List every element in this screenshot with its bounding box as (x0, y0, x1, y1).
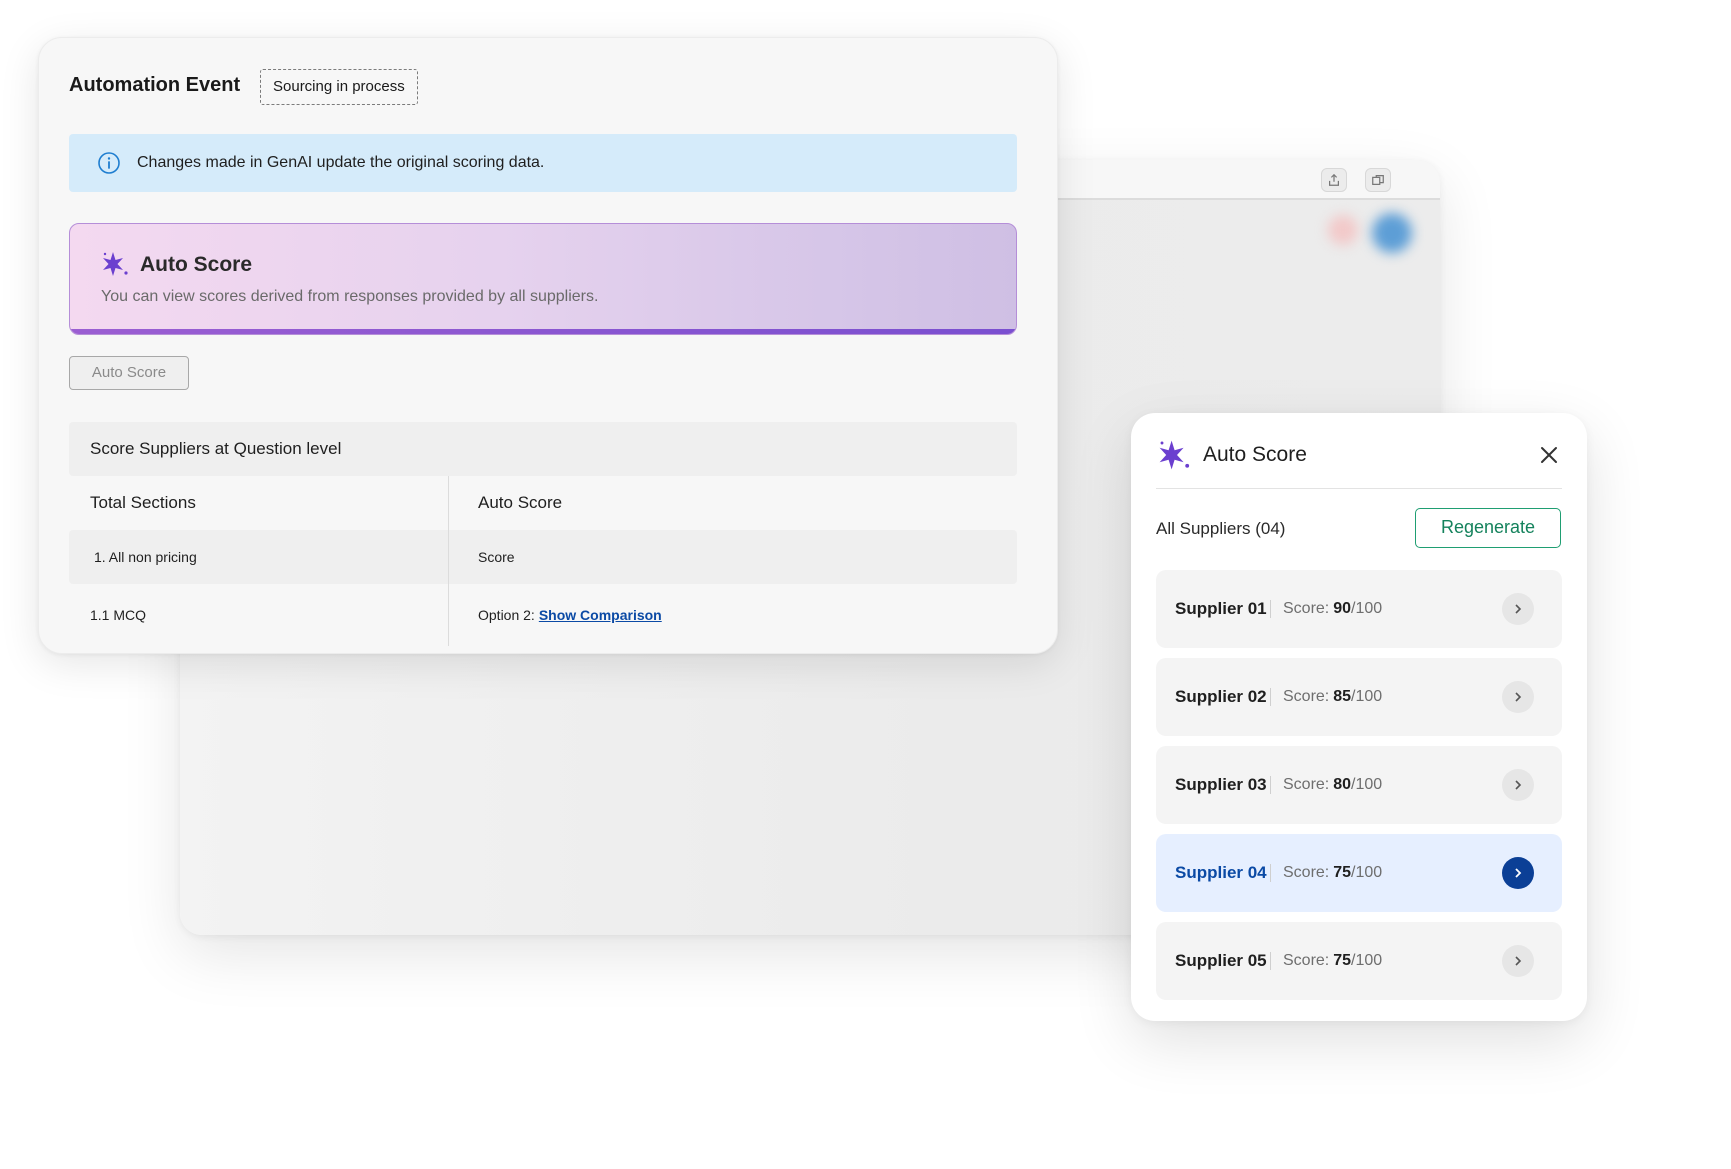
sparkle-icon (103, 252, 128, 276)
supplier-name: Supplier 03 (1175, 775, 1267, 794)
column-header: Total Sections (69, 476, 449, 530)
automation-event-card: Automation Event Sourcing in process Cha… (38, 37, 1058, 654)
supplier-name: Supplier 01 (1175, 599, 1267, 618)
chevron-right-icon[interactable] (1502, 769, 1534, 801)
divider (1270, 864, 1271, 882)
divider (1270, 600, 1271, 618)
info-icon (98, 152, 120, 174)
score-value: 85 (1333, 688, 1352, 705)
table-cell: 1.1 MCQ (69, 584, 449, 646)
score-value: 75 (1333, 952, 1352, 969)
score-max: /100 (1351, 688, 1383, 705)
table-header-row: Total Sections Auto Score (69, 476, 1017, 530)
score-value: 80 (1333, 776, 1352, 793)
score-value: 75 (1333, 864, 1352, 881)
divider (1270, 952, 1271, 970)
table-row: 1.1 MCQ Option 2: Show Comparison (69, 584, 1017, 646)
supplier-name: Supplier 02 (1175, 687, 1267, 706)
score-max: /100 (1351, 952, 1383, 969)
score-table: Score Suppliers at Question level Total … (69, 422, 1017, 646)
panel-title: Auto Score (1203, 443, 1307, 466)
chevron-right-icon[interactable] (1502, 945, 1534, 977)
score-max: /100 (1351, 600, 1383, 617)
info-banner: Changes made in GenAI update the origina… (69, 134, 1017, 192)
auto-score-panel: Auto Score All Suppliers (04) Regenerate… (1131, 413, 1587, 1021)
supplier-name: Supplier 04 (1175, 863, 1267, 882)
divider (1270, 688, 1271, 706)
score-label: Score: (1283, 864, 1330, 881)
score-label: Score: (1283, 600, 1330, 617)
show-comparison-link[interactable]: Show Comparison (539, 607, 662, 623)
supplier-row[interactable]: Supplier 03 Score: 80 /100 (1156, 746, 1562, 824)
table-cell: Option 2: Show Comparison (449, 584, 1017, 646)
blurred-avatar-icon (1328, 215, 1358, 245)
score-label: Score: (1283, 688, 1330, 705)
sparkle-icon (1159, 440, 1190, 470)
status-badge: Sourcing in process (260, 69, 418, 105)
chevron-right-icon[interactable] (1502, 681, 1534, 713)
info-banner-text: Changes made in GenAI update the origina… (137, 154, 545, 171)
chevron-right-icon[interactable] (1502, 857, 1534, 889)
table-cell: 1. All non pricing (69, 530, 449, 584)
supplier-row[interactable]: Supplier 02 Score: 85 /100 (1156, 658, 1562, 736)
chevron-right-icon[interactable] (1502, 593, 1534, 625)
supplier-row[interactable]: Supplier 01 Score: 90 /100 (1156, 570, 1562, 648)
score-max: /100 (1351, 864, 1383, 881)
table-row: 1. All non pricing Score (69, 530, 1017, 584)
share-icon[interactable] (1321, 168, 1347, 192)
option-label: Option 2: (478, 607, 535, 623)
blurred-user-avatar-icon (1372, 213, 1412, 253)
supplier-row[interactable]: Supplier 05 Score: 75 /100 (1156, 922, 1562, 1000)
close-icon[interactable] (1537, 443, 1561, 467)
table-cell: Score (478, 549, 515, 565)
copy-icon[interactable] (1365, 168, 1391, 192)
supplier-name: Supplier 05 (1175, 951, 1267, 970)
score-label: Score: (1283, 952, 1330, 969)
page-title: Automation Event (69, 74, 241, 96)
score-label: Score: (1283, 776, 1330, 793)
column-header: Auto Score (478, 493, 563, 512)
auto-score-button[interactable]: Auto Score (69, 356, 189, 390)
all-suppliers-label: All Suppliers (04) (1156, 519, 1286, 538)
auto-score-hero: Auto Score You can view scores derived f… (69, 223, 1017, 335)
table-heading: Score Suppliers at Question level (69, 422, 1017, 476)
score-max: /100 (1351, 776, 1383, 793)
regenerate-button[interactable]: Regenerate (1415, 508, 1561, 548)
divider (1270, 776, 1271, 794)
score-value: 90 (1333, 600, 1352, 617)
supplier-row-selected[interactable]: Supplier 04 Score: 75 /100 (1156, 834, 1562, 912)
panel-divider (1156, 488, 1562, 489)
hero-subtitle: You can view scores derived from respons… (101, 288, 599, 305)
hero-title: Auto Score (140, 253, 253, 276)
